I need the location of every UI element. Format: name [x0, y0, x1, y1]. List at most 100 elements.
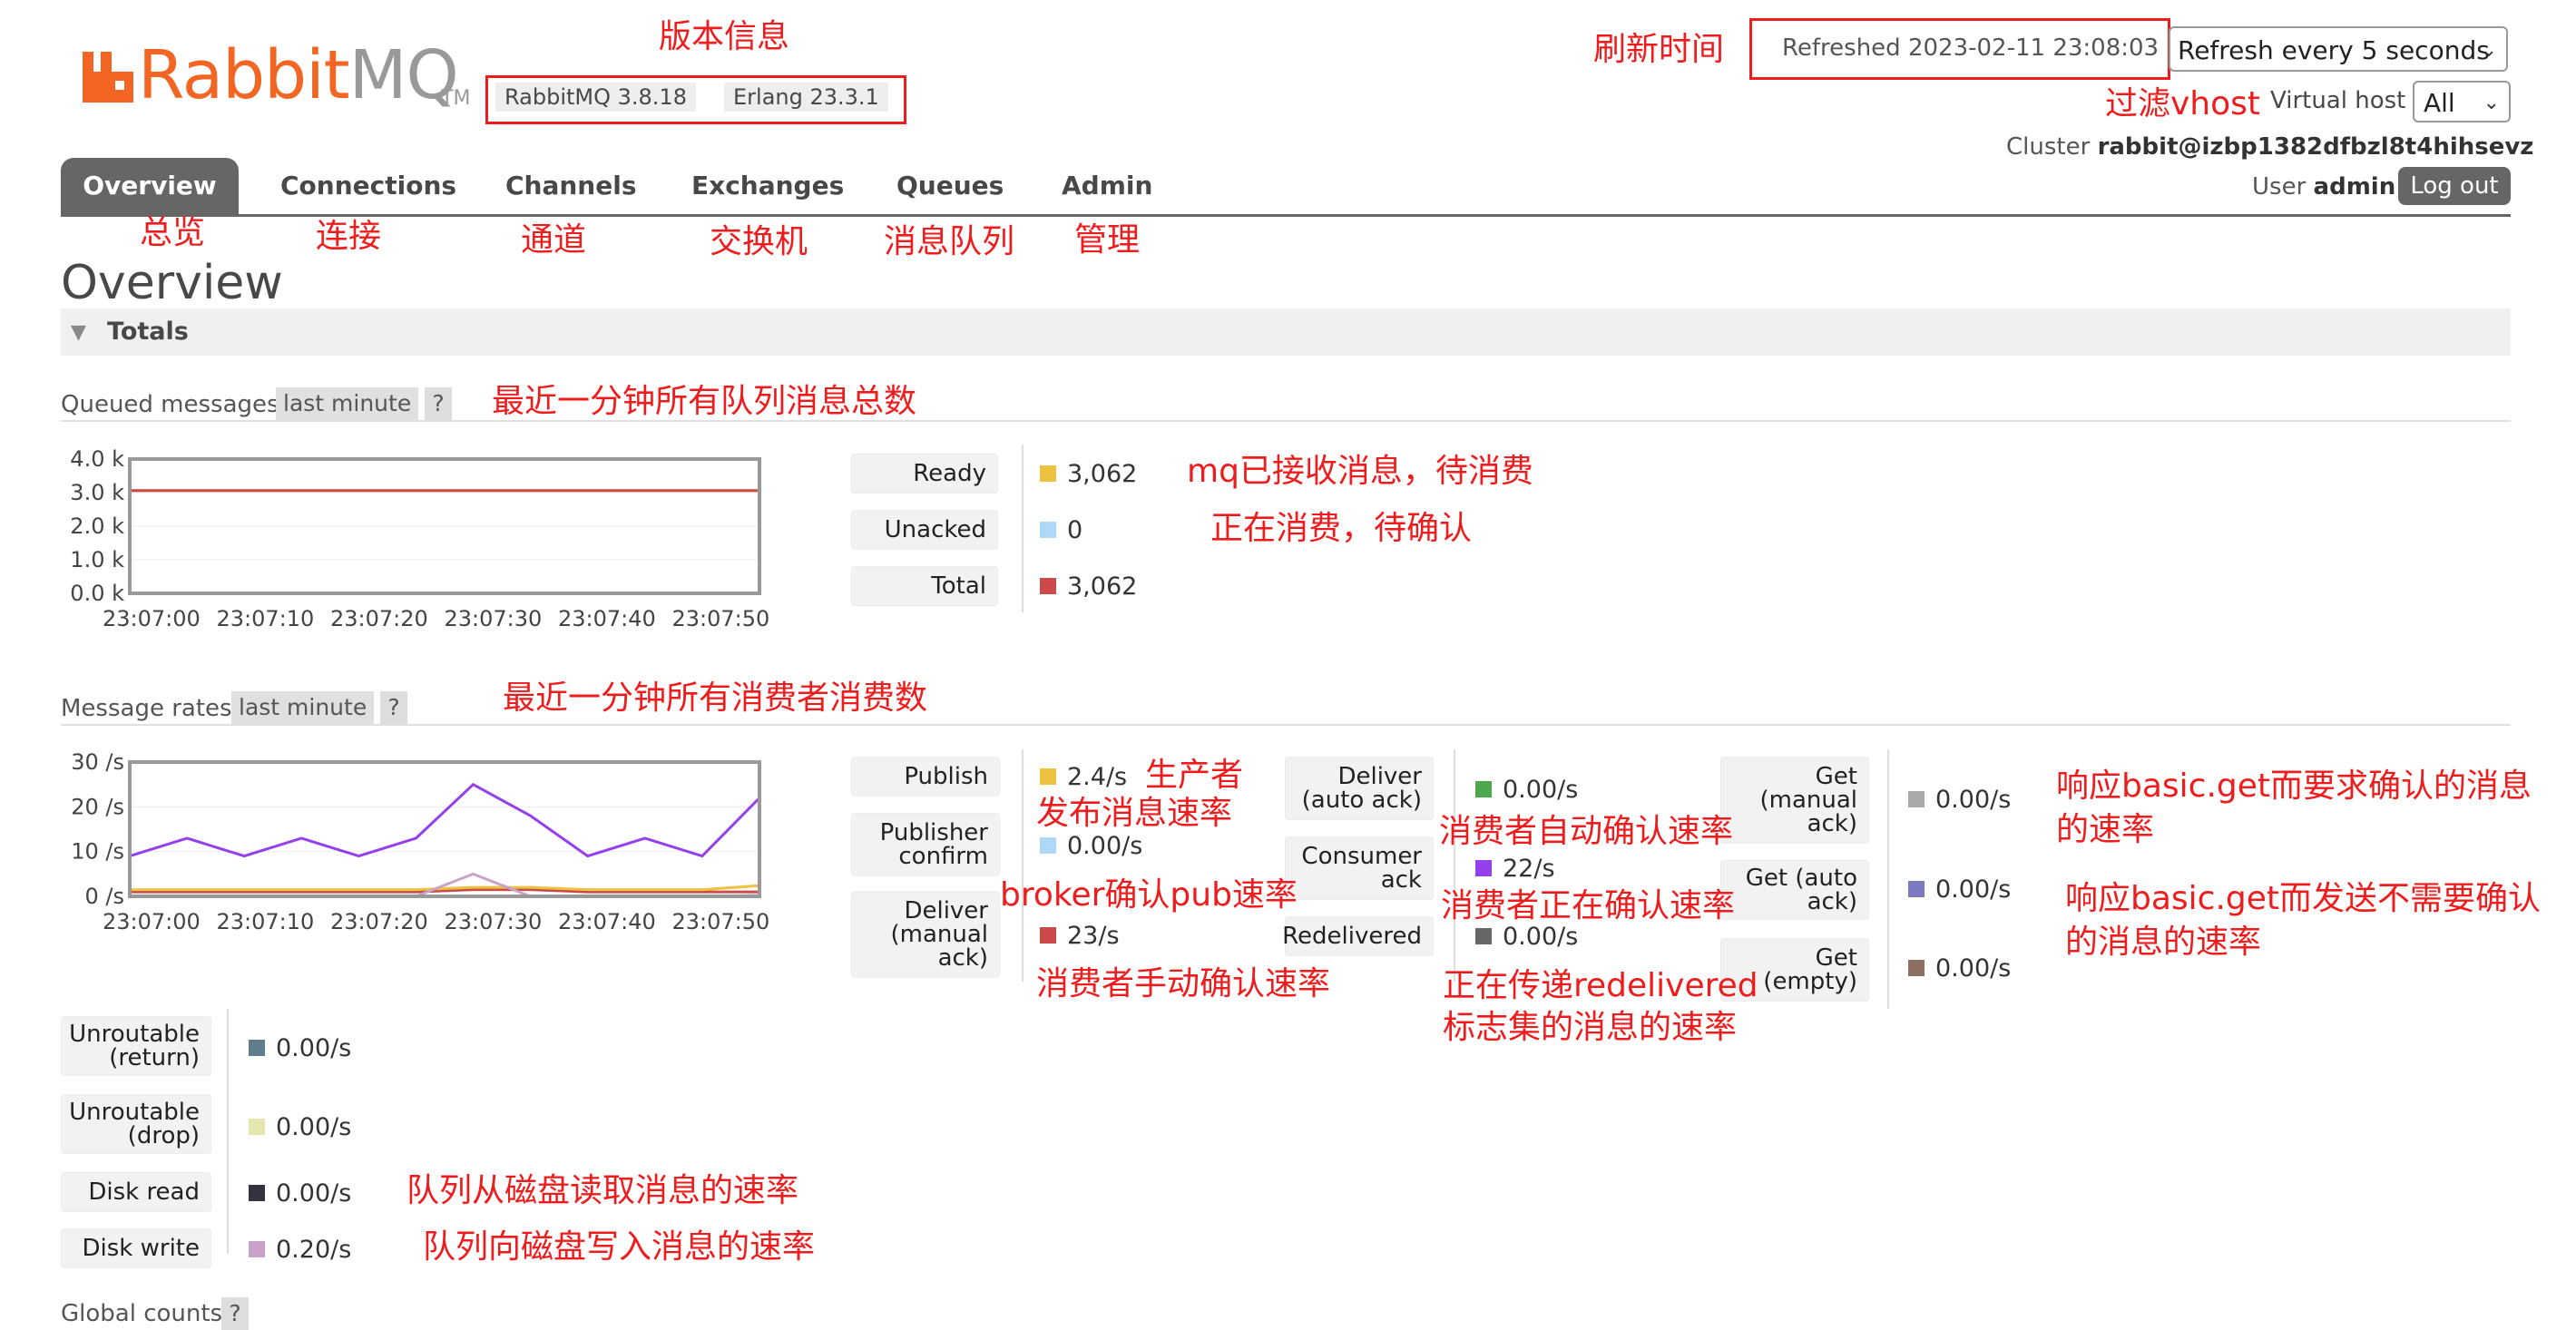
annotation-queued-total: 最近一分钟所有队列消息总数: [492, 383, 917, 420]
cluster-info: Cluster rabbit@izbp1382dfbzl8t4hihsevz: [2006, 133, 2534, 161]
rate-get-auto-ack-swatch: [1908, 881, 1925, 897]
rate-consumer-ack-value: 22/s: [1503, 855, 1555, 883]
rate-consumer-ack-label: Consumer ack: [1285, 836, 1434, 900]
rate-publisher-confirm-value: 0.00/s: [1067, 832, 1143, 860]
queued-unacked-swatch: [1040, 522, 1056, 538]
queued-messages-chart: 4.0 k 3.0 k 2.0 k 1.0 k 0.0 k 23:07:00 23:07:1…: [50, 445, 776, 635]
annotation-get-manual-1: 响应basic.get而要求确认的消息: [2056, 768, 2532, 805]
series-line-consumer-ack: [129, 782, 761, 858]
rate-deliver-manual-ack-label: Deliver (manual ack): [851, 891, 1000, 978]
rate-unroutable-drop-swatch: [249, 1119, 265, 1135]
annotation-tab-overview: 总览: [140, 214, 206, 251]
rate-deliver-manual-ack-swatch: [1040, 927, 1056, 944]
rate-deliver-manual-ack-value: 23/s: [1067, 922, 1120, 950]
rate-disk-write-label: Disk write: [61, 1228, 211, 1268]
rate-publish-swatch: [1040, 768, 1056, 785]
rate-unroutable-return-swatch: [249, 1040, 265, 1056]
annotation-refresh-time: 刷新时间: [1593, 31, 1725, 68]
annotation-tab-admin: 管理: [1074, 221, 1141, 259]
y-tick-label: 4.0 k: [70, 446, 124, 472]
queued-messages-label: Queued messages: [61, 391, 279, 418]
rate-redelivered-label: Redelivered: [1282, 916, 1434, 956]
annotation-get-manual-2: 的速率: [2056, 811, 2155, 848]
cluster-name: rabbit@izbp1382dfbzl8t4hihsevz: [2097, 133, 2534, 161]
tab-queues[interactable]: Queues: [896, 158, 1004, 214]
annotation-redelivered-2: 标志集的消息的速率: [1443, 1009, 1738, 1046]
annotation-ready: mq已接收消息，待消费: [1187, 453, 1533, 490]
x-tick-label: 23:07:00: [103, 909, 201, 934]
tab-overview[interactable]: Overview: [61, 158, 239, 214]
column-divider: [1454, 749, 1455, 982]
vhost-select[interactable]: All ⌄: [2413, 81, 2511, 122]
erlang-version: Erlang 23.3.1: [724, 83, 888, 112]
queued-total-swatch: [1040, 578, 1056, 594]
annotation-broker-confirm: broker确认pub速率: [1000, 876, 1298, 914]
rabbitmq-logo: RabbitMQ: [138, 36, 459, 114]
annotation-filter-vhost: 过滤vhost: [2105, 85, 2261, 122]
rate-unroutable-drop-label: Unroutable (drop): [61, 1094, 211, 1154]
page-title: Overview: [61, 256, 283, 310]
user-name: admin: [2313, 173, 2396, 200]
annotation-disk-write: 队列向磁盘写入消息的速率: [423, 1228, 816, 1266]
rate-publish-value: 2.4/s: [1067, 763, 1128, 791]
column-divider: [227, 1009, 229, 1254]
tab-exchanges[interactable]: Exchanges: [691, 158, 844, 214]
x-tick-label: 23:07:50: [672, 606, 770, 631]
rabbitmq-logo-icon: [83, 52, 133, 103]
rate-get-manual-ack-value: 0.00/s: [1935, 786, 2012, 814]
queued-ready-swatch: [1040, 465, 1056, 482]
rate-deliver-auto-ack-label: Deliver (auto ack): [1285, 757, 1434, 820]
logout-button[interactable]: Log out: [2398, 167, 2511, 205]
chevron-down-icon: ⌄: [2480, 39, 2497, 62]
collapse-triangle-icon[interactable]: ▼: [71, 321, 86, 344]
y-tick-label: 10 /s: [71, 839, 124, 865]
x-tick-label: 23:07:10: [217, 909, 315, 934]
tab-connections[interactable]: Connections: [280, 158, 456, 214]
rates-range-selector[interactable]: last minute: [231, 691, 375, 724]
queued-range-selector[interactable]: last minute: [276, 387, 419, 420]
rate-get-auto-ack-label: Get (auto ack): [1720, 860, 1869, 920]
queued-total-value: 3,062: [1067, 572, 1138, 601]
tab-divider: [61, 214, 2511, 217]
user-info: User admin: [2252, 173, 2396, 200]
rate-publish-label: Publish: [851, 757, 1000, 797]
rate-get-manual-ack-label: Get (manual ack): [1720, 757, 1869, 844]
queued-ready-label: Ready: [851, 454, 998, 494]
section-divider: [61, 724, 2511, 726]
rate-disk-read-label: Disk read: [61, 1172, 211, 1212]
column-divider: [1022, 445, 1024, 612]
rate-get-auto-ack-value: 0.00/s: [1935, 875, 2012, 904]
tab-channels[interactable]: Channels: [505, 158, 637, 214]
column-divider: [1887, 749, 1889, 1009]
rate-unroutable-drop-value: 0.00/s: [276, 1113, 352, 1141]
annotation-tab-channels: 通道: [521, 221, 587, 259]
totals-label: Totals: [107, 318, 189, 346]
x-tick-label: 23:07:10: [217, 606, 315, 631]
rate-disk-read-value: 0.00/s: [276, 1179, 352, 1208]
annotation-tab-connections: 连接: [316, 218, 382, 255]
x-tick-label: 23:07:30: [445, 606, 543, 631]
rate-publisher-confirm-swatch: [1040, 837, 1056, 854]
annotation-get-auto-1: 响应basic.get而发送不需要确认: [2065, 880, 2542, 917]
totals-section-header[interactable]: [61, 308, 2511, 356]
y-tick-label: 1.0 k: [70, 547, 124, 572]
y-tick-label: 0 /s: [85, 884, 125, 909]
tab-admin[interactable]: Admin: [1062, 158, 1152, 214]
y-tick-label: 0.0 k: [70, 581, 124, 606]
message-rates-label: Message rates: [61, 695, 232, 722]
vhost-label: Virtual host: [2270, 87, 2406, 114]
queued-unacked-label: Unacked: [851, 510, 998, 550]
column-divider: [1022, 749, 1024, 982]
annotation-rates-total: 最近一分钟所有消费者消费数: [503, 680, 928, 717]
queued-help-button[interactable]: ?: [425, 387, 452, 420]
message-rates-chart: 30 /s 20 /s 10 /s 0 /s 23:07:00 23:07:10 23:07…: [50, 748, 776, 938]
y-tick-label: 3.0 k: [70, 480, 124, 505]
logo-trademark: TM: [441, 87, 471, 110]
refresh-interval-select[interactable]: Refresh every 5 seconds ⌄: [2169, 26, 2508, 72]
x-tick-label: 23:07:00: [103, 606, 201, 631]
refreshed-timestamp: Refreshed 2023-02-11 23:08:03: [1782, 34, 2160, 62]
rate-redelivered-swatch: [1475, 928, 1492, 944]
rates-help-button[interactable]: ?: [380, 691, 407, 724]
annotation-tab-queues: 消息队列: [884, 223, 1015, 260]
rate-get-empty-value: 0.00/s: [1935, 954, 2012, 983]
